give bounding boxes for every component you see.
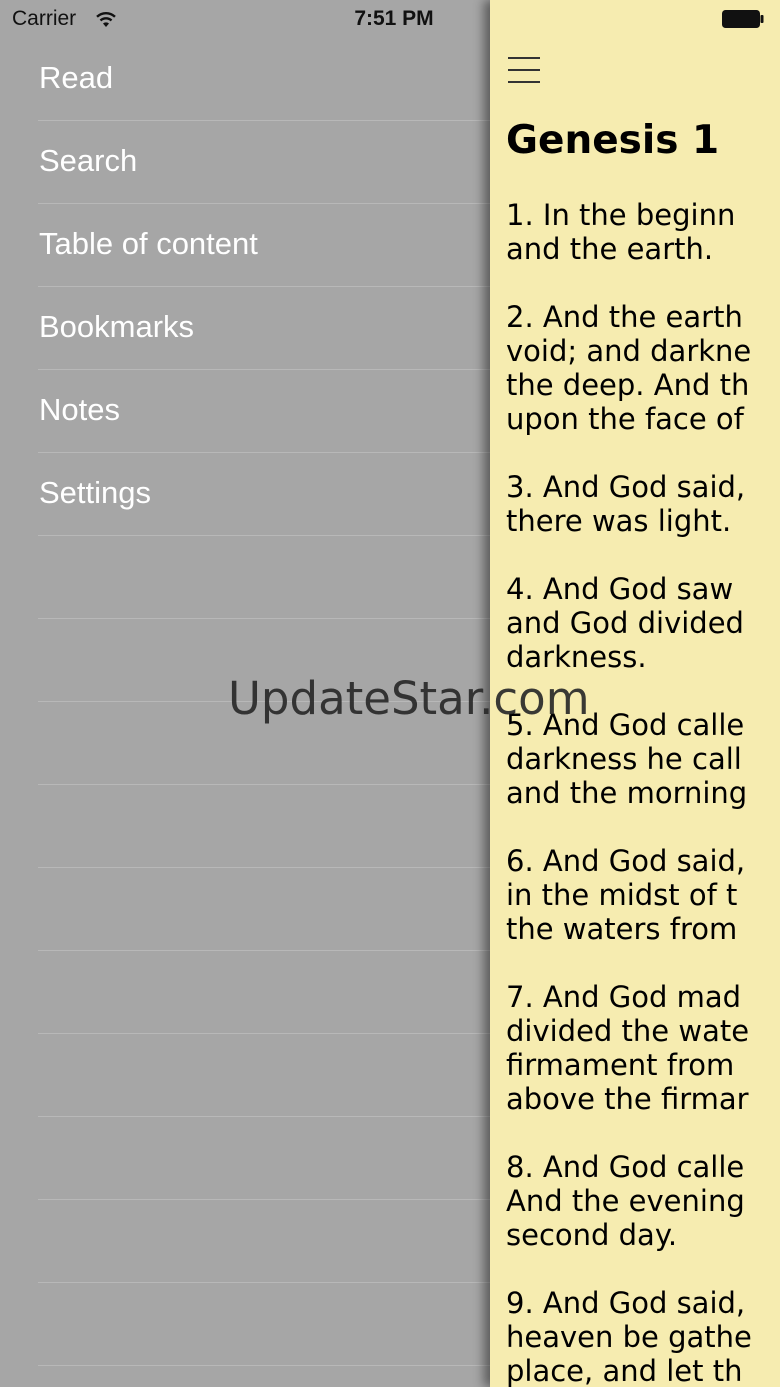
- verse-text: 2. And the earth void; and darkne the de…: [506, 300, 752, 436]
- menu-item-label: Read: [39, 60, 114, 95]
- hamburger-menu-icon[interactable]: [508, 57, 540, 83]
- menu-item-label: Notes: [39, 392, 120, 427]
- menu-item-notes[interactable]: Notes: [38, 370, 490, 453]
- menu-item-label: Search: [39, 143, 138, 178]
- verse-list: 1. In the beginn and the earth. 2. And t…: [506, 198, 780, 1387]
- clock: 7:51 PM: [354, 7, 434, 30]
- menu-item-table-of-content[interactable]: Table of content: [38, 204, 490, 287]
- menu-empty-row: [38, 1200, 490, 1283]
- verse-text: 7. And God mad divided the wate firmamen…: [506, 980, 750, 1116]
- verse-text: 8. And God calle And the evening second …: [506, 1150, 745, 1252]
- chapter-title: Genesis 1: [506, 118, 720, 163]
- status-bar: Carrier 7:51 PM: [0, 0, 780, 40]
- verse-text: 3. And God said, there was light.: [506, 470, 746, 538]
- menu-item-label: Bookmarks: [39, 309, 195, 344]
- menu-empty-row: [38, 1283, 490, 1366]
- verse-text: 9. And God said, heaven be gathe place, …: [506, 1286, 752, 1387]
- menu-empty-row: [38, 868, 490, 951]
- menu-item-read[interactable]: Read: [38, 38, 490, 121]
- menu-item-label: Table of content: [39, 226, 258, 261]
- verse-text: 6. And God said, in the midst of t the w…: [506, 844, 746, 946]
- verse-text: 1. In the beginn and the earth.: [506, 198, 736, 266]
- battery-icon: [722, 10, 764, 28]
- menu-empty-row: [38, 1117, 490, 1200]
- menu-empty-row: [38, 785, 490, 868]
- menu-empty-row: [38, 536, 490, 619]
- menu-empty-row: [38, 1034, 490, 1117]
- menu-item-label: Settings: [39, 475, 152, 510]
- watermark: UpdateStar.com: [228, 672, 590, 725]
- verse-text: 4. And God saw and God divided darkness.: [506, 572, 744, 674]
- menu-item-settings[interactable]: Settings: [38, 453, 490, 536]
- menu-empty-row: [38, 951, 490, 1034]
- menu-item-bookmarks[interactable]: Bookmarks: [38, 287, 490, 370]
- menu-item-search[interactable]: Search: [38, 121, 490, 204]
